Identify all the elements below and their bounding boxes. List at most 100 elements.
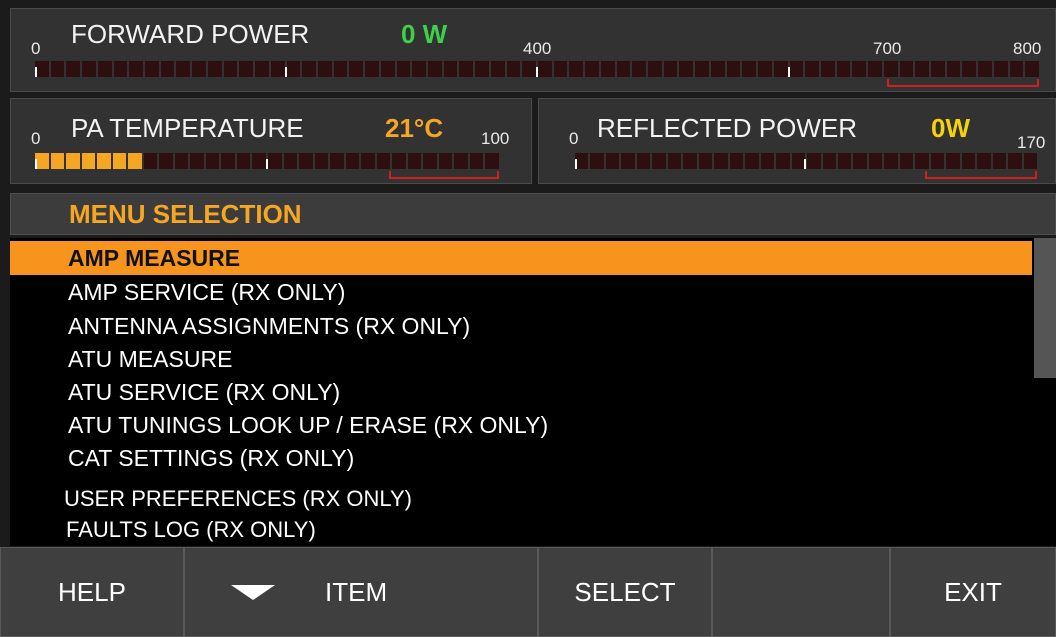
meter-segment bbox=[837, 153, 852, 169]
meter-segment bbox=[66, 153, 80, 169]
forward-power-value: 0 W bbox=[401, 19, 448, 49]
meter-segment bbox=[883, 61, 898, 77]
pa-temperature-mark bbox=[266, 159, 268, 169]
pa-temperature-tick-0: 0 bbox=[31, 129, 41, 148]
meter-segment bbox=[683, 153, 697, 169]
meter-segment bbox=[112, 153, 127, 169]
meter-segment bbox=[50, 61, 65, 77]
reflected-power-mark bbox=[575, 159, 577, 169]
meter-segment bbox=[729, 153, 744, 169]
meter-segment bbox=[317, 61, 332, 77]
meter-segment bbox=[698, 153, 713, 169]
meter-segment bbox=[695, 61, 709, 77]
forward-power-tick-400: 400 bbox=[523, 39, 552, 58]
meter-segment bbox=[884, 153, 898, 169]
meter-segment bbox=[962, 61, 977, 77]
meter-segment bbox=[977, 153, 991, 169]
meter-segment bbox=[143, 153, 158, 169]
meter-segment bbox=[113, 61, 128, 77]
meter-segment bbox=[361, 153, 375, 169]
meter-segment bbox=[454, 153, 468, 169]
meter-segment bbox=[852, 61, 867, 77]
menu-item-user-preferences[interactable]: USER PREFERENCES (RX ONLY) bbox=[60, 484, 416, 514]
meter-segment bbox=[1008, 153, 1022, 169]
menu-scrollbar-thumb[interactable] bbox=[1034, 238, 1056, 378]
meter-segment bbox=[978, 61, 992, 77]
menu-item-atu-tunings[interactable]: ATU TUNINGS LOOK UP / ERASE (RX ONLY) bbox=[10, 408, 1032, 442]
menu-item-atu-measure[interactable]: ATU MEASURE bbox=[10, 342, 1032, 376]
menu-scrollbar[interactable] bbox=[1034, 238, 1056, 378]
menu-item-atu-service[interactable]: ATU SERVICE (RX ONLY) bbox=[10, 375, 1032, 409]
meter-segment bbox=[569, 61, 584, 77]
meter-segment bbox=[299, 153, 313, 169]
triangle-down-icon bbox=[231, 584, 275, 600]
blank-function-button[interactable] bbox=[712, 547, 890, 637]
menu-item-antenna-assignments[interactable]: ANTENNA ASSIGNMENTS (RX ONLY) bbox=[10, 309, 1032, 343]
item-button[interactable]: ITEM bbox=[184, 547, 538, 637]
meter-segment bbox=[365, 61, 379, 77]
meter-segment bbox=[330, 153, 344, 169]
meter-segment bbox=[946, 153, 960, 169]
meter-segment bbox=[667, 153, 682, 169]
meter-segment bbox=[993, 61, 1008, 77]
menu-item-cat-settings[interactable]: CAT SETTINGS (RX ONLY) bbox=[10, 441, 1032, 475]
meter-segment bbox=[349, 61, 364, 77]
meter-segment bbox=[710, 61, 725, 77]
exit-button[interactable]: EXIT bbox=[890, 547, 1056, 637]
meter-segment bbox=[97, 153, 111, 169]
meter-segment bbox=[475, 61, 489, 77]
pa-temperature-title: PA TEMPERATURE bbox=[71, 113, 304, 143]
meter-segment bbox=[412, 61, 426, 77]
item-button-label: ITEM bbox=[325, 576, 388, 607]
meter-segment bbox=[820, 61, 835, 77]
meter-segment bbox=[930, 153, 945, 169]
menu-item-faults-log[interactable]: FAULTS LOG (RX ONLY) bbox=[62, 514, 420, 546]
meter-segment bbox=[760, 153, 775, 169]
meter-segment bbox=[899, 153, 914, 169]
meter-segment bbox=[283, 153, 298, 169]
meter-segment bbox=[35, 61, 49, 77]
meter-segment bbox=[376, 153, 391, 169]
meter-segment bbox=[961, 153, 976, 169]
meter-segment bbox=[270, 61, 285, 77]
meter-segment bbox=[992, 153, 1007, 169]
meter-segment bbox=[807, 153, 821, 169]
meter-segment bbox=[758, 61, 772, 77]
forward-power-tick-800: 800 bbox=[1013, 39, 1042, 58]
meter-segment bbox=[438, 153, 453, 169]
meter-segment bbox=[392, 153, 406, 169]
meter-segment bbox=[648, 61, 662, 77]
meter-segment bbox=[791, 153, 806, 169]
meter-segment bbox=[252, 153, 266, 169]
meter-segment bbox=[868, 153, 883, 169]
meter-segment bbox=[868, 61, 882, 77]
meter-segment bbox=[255, 61, 269, 77]
meter-segment bbox=[789, 61, 804, 77]
meter-segment bbox=[621, 153, 635, 169]
meter-segment bbox=[485, 153, 499, 169]
meter-segment bbox=[930, 61, 945, 77]
select-button[interactable]: SELECT bbox=[538, 547, 712, 637]
meter-segment bbox=[506, 61, 521, 77]
meter-segment bbox=[129, 61, 144, 77]
meter-segment bbox=[742, 61, 757, 77]
meter-segment bbox=[314, 153, 329, 169]
pa-temperature-value: 21°C bbox=[385, 113, 444, 143]
meter-segment bbox=[679, 61, 694, 77]
forward-power-alarm-zone bbox=[887, 79, 1039, 87]
meter-segment bbox=[469, 153, 484, 169]
help-button[interactable]: HELP bbox=[0, 547, 184, 637]
meter-segment bbox=[50, 153, 65, 169]
meter-segment bbox=[345, 153, 360, 169]
reflected-power-tick-0: 0 bbox=[569, 129, 579, 148]
meter-segment bbox=[575, 153, 589, 169]
meter-segment bbox=[490, 61, 505, 77]
menu-item-amp-service[interactable]: AMP SERVICE (RX ONLY) bbox=[10, 275, 1032, 309]
reflected-power-tick-170: 170 bbox=[1017, 133, 1046, 152]
menu-item-amp-measure[interactable]: AMP MEASURE bbox=[10, 241, 1032, 275]
meter-segment bbox=[946, 61, 961, 77]
reflected-power-panel: 0 REFLECTED POWER 0W 170 bbox=[538, 98, 1056, 184]
meter-segment bbox=[600, 61, 615, 77]
function-key-bar: HELP ITEM SELECT EXIT bbox=[0, 547, 1056, 637]
meter-segment bbox=[899, 61, 914, 77]
